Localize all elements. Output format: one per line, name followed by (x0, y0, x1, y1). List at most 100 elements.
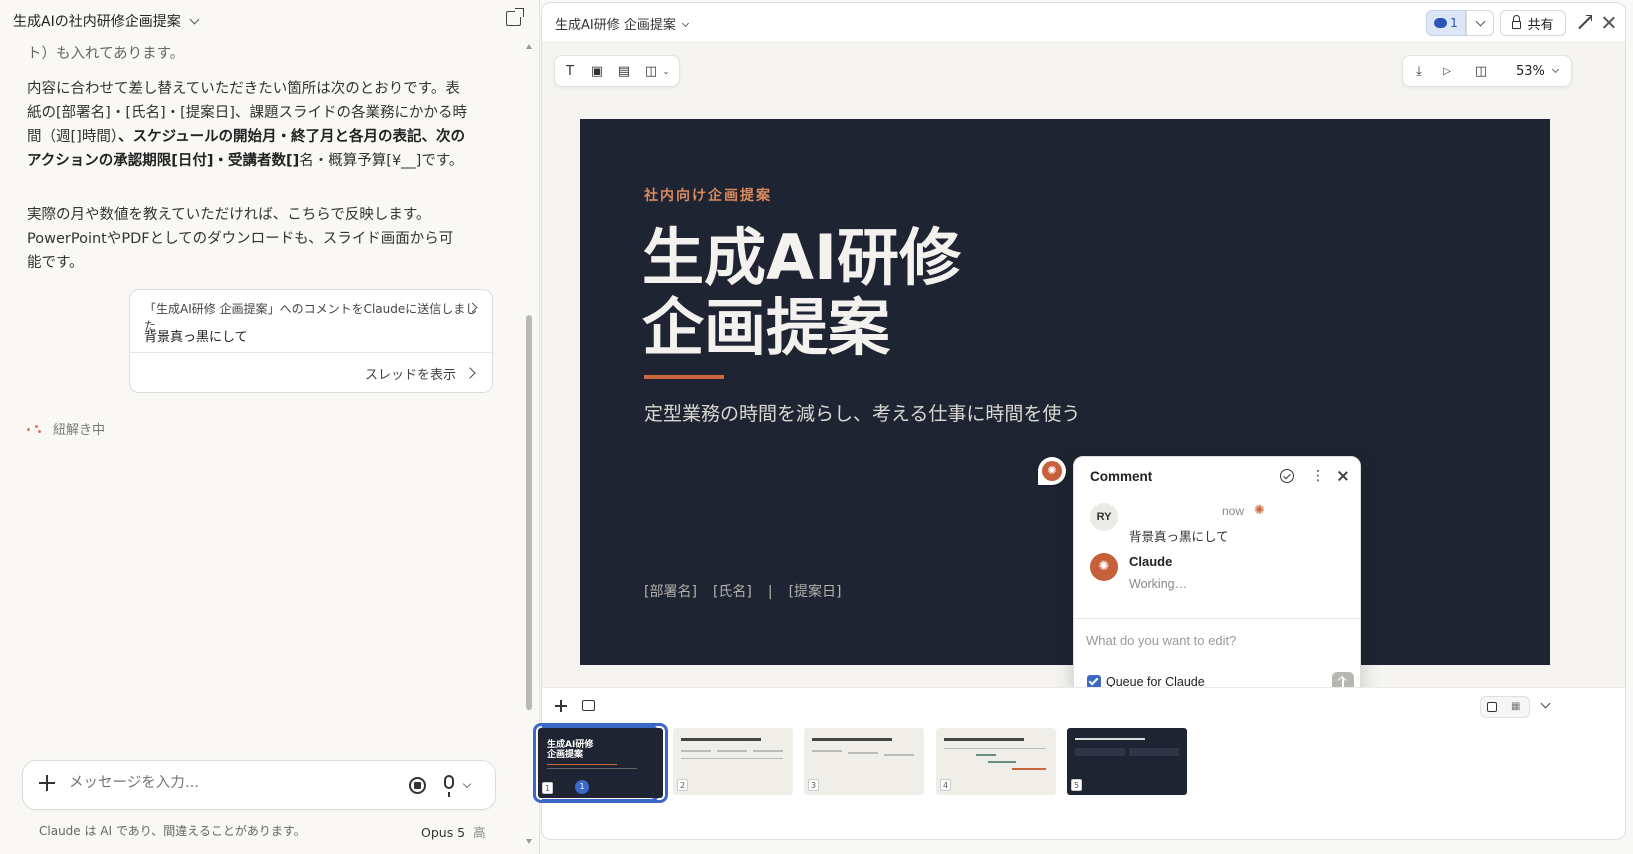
slide-footer[interactable]: [部署名] [氏名] | [提案日] (644, 581, 858, 601)
scroll-up-arrow[interactable] (526, 44, 532, 49)
share-label: 共有 (1527, 17, 1554, 33)
show-thread-link[interactable]: スレッドを表示 (365, 364, 456, 383)
gantt-bar (988, 761, 1016, 763)
share-button[interactable]: 共有 (1500, 10, 1566, 36)
comments-button[interactable]: 1 (1426, 10, 1466, 36)
accent-rule (644, 375, 724, 379)
add-slide-icon[interactable] (555, 700, 567, 712)
scrollbar[interactable] (525, 40, 533, 850)
close-icon[interactable] (1336, 469, 1350, 483)
thumbnail-line (848, 752, 878, 754)
divider (1074, 618, 1360, 619)
chevron-down-icon[interactable] (462, 779, 472, 789)
zoom-level[interactable]: 53% (1516, 64, 1545, 79)
resolve-icon[interactable] (1280, 469, 1294, 483)
comment-card-text: 背景真っ黒にして (144, 330, 248, 345)
slide-subtitle[interactable]: 定型業務の時間を減らし、考える仕事に時間を使う (644, 399, 1080, 426)
thumbnail-line (1075, 738, 1145, 740)
comments-dropdown-button[interactable] (1466, 10, 1494, 36)
edit-toolbar: T ▣ ▤ ◫ ⌄ (554, 55, 680, 87)
chat-title[interactable]: 生成AIの社内研修企画提案 (13, 11, 181, 31)
disclaimer: Claude は AI であり、間違えることがあります。 (39, 824, 306, 838)
thumbnail-line (681, 758, 783, 759)
microphone-icon[interactable] (444, 775, 454, 797)
artifact-header: 生成AI研修 企画提案 1 共有 (542, 3, 1625, 43)
table-tool-icon[interactable]: ▤ (617, 65, 631, 79)
message-paragraph: 内容に合わせて差し替えていただきたい箇所は次のとおりです。表紙の[部署名]・[氏… (27, 77, 467, 173)
lock-icon (1512, 14, 1522, 29)
shape-tool-icon[interactable]: ◫ (644, 65, 658, 79)
chevron-down-icon[interactable] (1551, 65, 1560, 74)
thumbnail-heading (681, 738, 761, 741)
grid-view-icon[interactable]: ▦ (1511, 702, 1522, 713)
stop-icon[interactable] (409, 777, 426, 794)
comment-popup: Comment ⋮ RY now ✺ 背景真っ黒にして ✺ Claude Wor… (1073, 456, 1361, 698)
image-tool-icon[interactable]: ▣ (590, 65, 604, 79)
add-icon[interactable] (39, 775, 55, 791)
chat-header: 生成AIの社内研修企画提案 (13, 8, 524, 34)
collapse-icon[interactable] (1540, 698, 1551, 709)
message-input[interactable] (69, 775, 399, 791)
message-text: ト）も入れてあります。 (27, 46, 185, 62)
message-composer[interactable] (22, 760, 496, 810)
thumbnail-number: 2 (677, 779, 689, 791)
thumbnail-number: 5 (1071, 779, 1083, 791)
avatar: RY (1090, 503, 1118, 531)
chevron-down-icon[interactable] (681, 19, 689, 28)
sent-comment-card[interactable]: 「生成AI研修 企画提案」へのコメントをClaudeに送信しました 背景真っ黒に… (129, 289, 493, 393)
comment-popup-title: Comment (1090, 469, 1153, 484)
status-text: 紐解き中 (53, 423, 106, 438)
chat-pane: 生成AIの社内研修企画提案 ト）も入れてあります。 内容に合わせて差し替えていた… (0, 0, 540, 854)
play-icon[interactable]: ▷ (1440, 65, 1454, 79)
slide-thumbnail[interactable]: 3 (804, 728, 924, 795)
slide-title-line: 企画提案 (642, 291, 891, 364)
thumbnail-line (547, 768, 637, 769)
edit-input[interactable] (1086, 629, 1346, 651)
slide-kicker[interactable]: 社内向け企画提案 (644, 185, 772, 205)
notes-icon[interactable] (582, 700, 595, 711)
thumbnail-title: 生成AI研修 企画提案 (547, 740, 594, 760)
claude-spark-icon: ✺ (1254, 503, 1265, 518)
model-selector[interactable]: Opus 5 高 (421, 822, 486, 841)
thumbnail-line (812, 750, 842, 752)
more-icon[interactable]: ⋮ (1311, 468, 1325, 484)
thumbnail-number: 4 (940, 779, 952, 791)
comment-icon (1434, 18, 1448, 28)
slide-title[interactable]: 生成AI研修 企画提案 (642, 223, 961, 363)
chevron-down-icon[interactable]: ⌄ (659, 65, 673, 79)
effort-level: 高 (473, 825, 486, 840)
slide-canvas[interactable]: 社内向け企画提案 生成AI研修 企画提案 定型業務の時間を減らし、考える仕事に時… (580, 119, 1550, 665)
divider (130, 352, 492, 353)
comment-badge: 1 (575, 780, 589, 794)
close-icon[interactable] (1602, 15, 1616, 29)
slide-thumbnail[interactable]: 2 (673, 728, 793, 795)
thumbnail-line (717, 750, 747, 752)
reply-author: Claude (1129, 554, 1173, 569)
thumbnail-number: 1 (542, 782, 554, 794)
thumbnail-rule (547, 764, 617, 765)
comment-pin[interactable] (1038, 457, 1066, 485)
scroll-down-arrow[interactable] (526, 839, 532, 844)
open-external-icon[interactable] (506, 8, 524, 26)
thumbnail-line (753, 750, 783, 752)
view-toggle[interactable]: ▦ (1480, 696, 1530, 718)
slide-thumbnail[interactable]: 5 (1067, 728, 1187, 795)
thumbnail-number: 3 (808, 779, 820, 791)
panel-icon[interactable]: ◫ (1474, 65, 1488, 79)
single-view-icon[interactable] (1487, 702, 1497, 712)
thumbnail-heading (812, 738, 892, 741)
message-text: 名・概算予算[¥__]です。 (299, 153, 464, 169)
artifact-title[interactable]: 生成AI研修 企画提案 (555, 14, 689, 33)
text-tool-icon[interactable]: T (563, 65, 577, 79)
download-icon[interactable]: ⤓ (1412, 65, 1426, 79)
slide-thumbnail[interactable]: 生成AI研修 企画提案 1 1 (533, 723, 668, 803)
slide-thumbnail[interactable]: 4 (936, 728, 1056, 795)
message-text: 実際の月や数値を教えていただければ、こちらで反映します。PowerPointやP… (27, 207, 454, 271)
scrollbar-thumb[interactable] (526, 315, 532, 710)
expand-icon[interactable] (1578, 15, 1592, 29)
thumbnail-line (944, 748, 1046, 749)
chevron-down-icon[interactable] (189, 14, 200, 24)
thumbnail-heading (944, 738, 1024, 741)
comment-time: now (1222, 504, 1245, 518)
chevron-right-icon[interactable] (464, 367, 476, 379)
